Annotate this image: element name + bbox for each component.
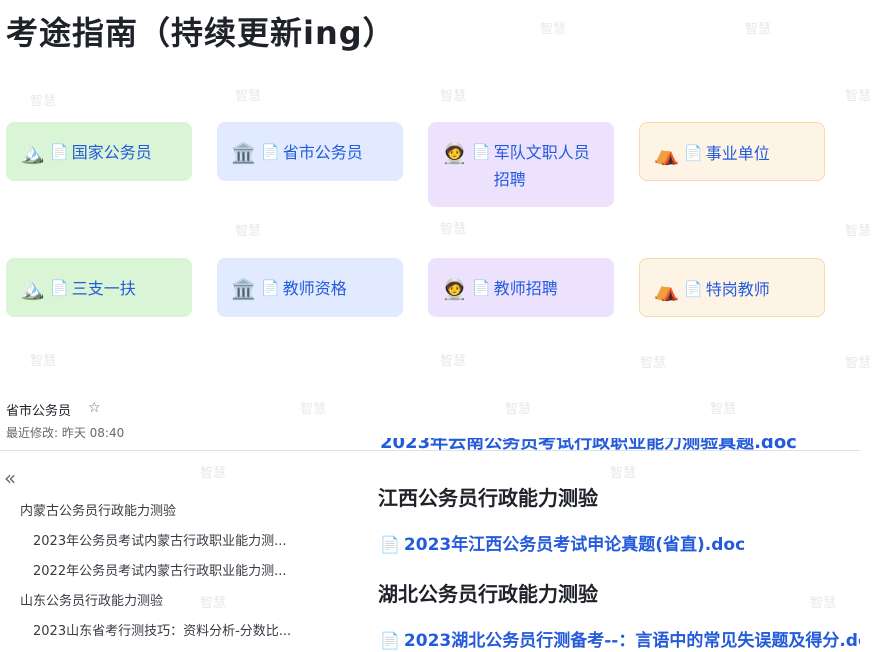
nav-card-label[interactable]: 事业单位 [706,140,770,167]
watermark: 智慧 [540,22,567,37]
file-link[interactable]: 📄 2023湖北公务员行测备考--：言语中的常见失误题及得分.doc [380,626,860,651]
clipped-file-link-text[interactable]: 2023年云南公务员考试行政职业能力测验真题.doc [380,438,797,450]
nav-card-label[interactable]: 教师资格 [283,275,347,302]
document-icon: 📄 [50,279,69,297]
watermark: 智慧 [845,89,872,104]
watermark: 智慧 [235,224,262,239]
watermark: 智慧 [810,596,837,611]
divider [0,450,860,451]
document-icon: 📄 [684,144,703,162]
watermark: 智慧 [30,354,57,369]
watermark: 智慧 [235,89,262,104]
nav-card-teacher-recruitment[interactable]: 🧑‍🚀 📄 教师招聘 [428,258,614,317]
watermark: 智慧 [505,402,532,417]
watermark: 智慧 [845,356,872,371]
nav-card-provincial-civil-servant[interactable]: 🏛️ 📄 省市公务员 [217,122,403,181]
building-icon: 🏛️ [231,277,256,301]
mountain-icon: 🏔️ [20,141,45,165]
nav-card-teacher-qualification[interactable]: 🏛️ 📄 教师资格 [217,258,403,317]
outline-item[interactable]: 2023山东省考行测技巧：资料分析-分数比... [33,620,291,639]
file-link-label[interactable]: 2023湖北公务员行测备考--：言语中的常见失误题及得分.doc [404,631,860,651]
watermark: 智慧 [200,596,227,611]
file-icon: 📄 [380,535,400,554]
camping-icon: ⛺ [654,142,679,166]
watermark: 智慧 [440,89,467,104]
camping-icon: ⛺ [654,278,679,302]
nav-card-label[interactable]: 省市公务员 [283,139,363,166]
document-icon: 📄 [684,280,703,298]
watermark: 智慧 [200,466,227,481]
nav-card-label[interactable]: 特岗教师 [706,276,770,303]
nav-card-three-supports[interactable]: 🏔️ 📄 三支一扶 [6,258,192,317]
document-icon: 📄 [50,143,69,161]
watermark: 智慧 [845,224,872,239]
watermark: 智慧 [640,356,667,371]
document-icon: 📄 [261,143,280,161]
star-icon[interactable]: ☆ [88,400,101,416]
watermark: 智慧 [440,354,467,369]
watermark: 智慧 [440,222,467,237]
outline-item[interactable]: 山东公务员行政能力测验 [20,590,163,609]
file-icon: 📄 [380,631,400,650]
document-icon: 📄 [472,143,491,161]
nav-card-label[interactable]: 三支一扶 [72,275,136,302]
nav-card-label[interactable]: 国家公务员 [72,139,152,166]
outline-item[interactable]: 内蒙古公务员行政能力测验 [20,500,176,519]
watermark: 智慧 [30,94,57,109]
watermark: 智慧 [745,22,772,37]
page-title: 考途指南（持续更新ing） [6,14,396,52]
clipped-file-link[interactable]: 2023年云南公务员考试行政职业能力测验真题.doc [380,438,860,450]
document-icon: 📄 [261,279,280,297]
collapse-outline-icon[interactable]: « [4,466,16,490]
nav-card-label[interactable]: 军队文职人员招聘 [494,139,596,193]
nav-card-special-post-teacher[interactable]: ⛺ 📄 特岗教师 [639,258,825,317]
last-modified: 最近修改: 昨天 08:40 [6,426,125,440]
building-icon: 🏛️ [231,141,256,165]
mountain-icon: 🏔️ [20,277,45,301]
outline-item[interactable]: 2023年公务员考试内蒙古行政职业能力测... [33,530,286,549]
document-name[interactable]: 省市公务员 [6,400,71,419]
document-icon: 📄 [472,279,491,297]
nav-card-public-institution[interactable]: ⛺ 📄 事业单位 [639,122,825,181]
nav-card-label[interactable]: 教师招聘 [494,275,558,302]
astronaut-icon: 🧑‍🚀 [442,277,467,301]
nav-card-military-civilian[interactable]: 🧑‍🚀 📄 军队文职人员招聘 [428,122,614,207]
section-heading: 江西公务员行政能力测验 [378,486,598,510]
section-heading: 湖北公务员行政能力测验 [378,582,598,606]
nav-card-national-civil-servant[interactable]: 🏔️ 📄 国家公务员 [6,122,192,181]
outline-item[interactable]: 2022年公务员考试内蒙古行政职业能力测... [33,560,286,579]
watermark: 智慧 [610,466,637,481]
file-link-label[interactable]: 2023年江西公务员考试申论真题(省直).doc [404,535,745,555]
watermark: 智慧 [710,402,737,417]
file-link[interactable]: 📄 2023年江西公务员考试申论真题(省直).doc [380,530,745,555]
astronaut-icon: 🧑‍🚀 [442,141,467,165]
watermark: 智慧 [300,402,327,417]
